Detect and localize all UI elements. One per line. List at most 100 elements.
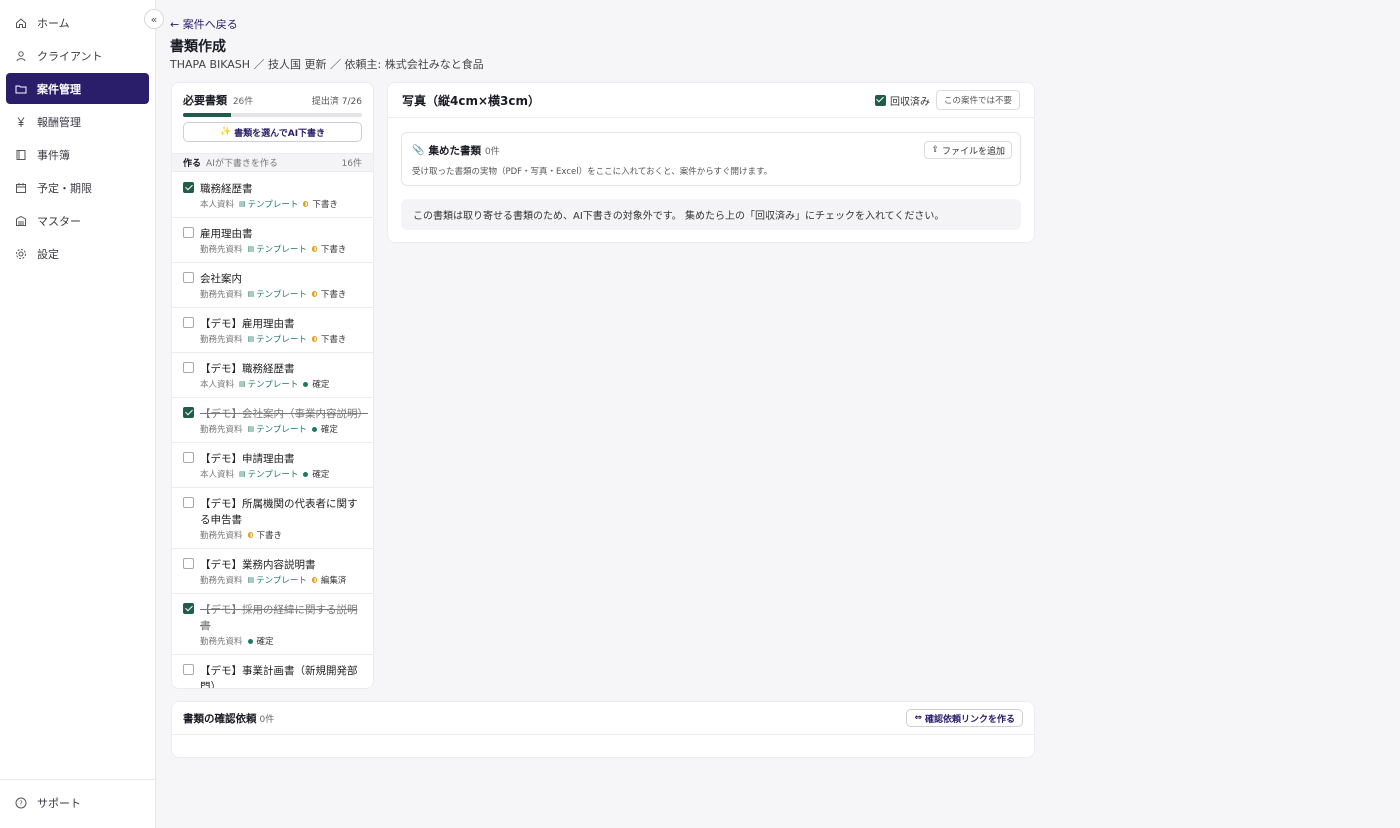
sidebar-item-folder[interactable]: 案件管理 — [6, 73, 149, 104]
book-icon — [14, 148, 28, 162]
back-to-case-link[interactable]: ← 案件へ戻る — [170, 16, 238, 32]
collapse-sidebar-button[interactable]: « — [144, 9, 164, 29]
checkbox-checked[interactable] — [183, 407, 194, 418]
template-icon: ▤ — [247, 425, 255, 433]
checkbox[interactable] — [183, 272, 194, 283]
document-title: 写真（縦4cm×横3cm） — [402, 93, 540, 108]
confirmation-request-panel: 書類の確認依頼 0件 ⇔ 確認依頼リンクを作る — [171, 701, 1035, 758]
ai-draft-button-label: 書類を選んでAI下書き — [234, 128, 326, 139]
gathered-description: 受け取った書類の実物（PDF・写真・Excel）をここに入れておくと、案件からす… — [412, 167, 773, 177]
document-detail-panel: 写真（縦4cm×横3cm） 回収済み この案件では不要 📎 集めた書類 0件 受… — [387, 82, 1035, 243]
document-meta: 勤務先資料 ▤ テンプレート 下書き — [200, 288, 365, 300]
status-badge: 編集済 — [311, 574, 346, 586]
document-list-item[interactable]: 【デモ】雇用理由書 勤務先資料 ▤ テンプレート 下書き — [172, 308, 373, 353]
document-list-item[interactable]: 会社案内 勤務先資料 ▤ テンプレート 下書き — [172, 263, 373, 308]
status-badge: 確定 — [303, 468, 329, 480]
checkbox-checked[interactable] — [183, 182, 194, 193]
status-badge: 下書き — [311, 288, 346, 300]
checkbox[interactable] — [183, 664, 194, 675]
status-badge: 確定 — [247, 635, 274, 647]
gathered-title: 集めた書類 — [428, 145, 481, 157]
not-needed-button[interactable]: この案件では不要 — [935, 90, 1020, 110]
checkbox-checked[interactable] — [183, 603, 194, 614]
section-label: 作る — [183, 159, 202, 169]
status-dot-final — [247, 638, 253, 644]
document-source: 本人資料 — [200, 470, 235, 480]
document-source: 勤務先資料 — [200, 576, 243, 586]
collected-checkbox[interactable]: 回収済み — [874, 93, 930, 108]
status-dot-draft — [311, 336, 317, 342]
sidebar-item-support[interactable]: ? サポート — [6, 787, 149, 818]
sidebar-item-label: 予定・期限 — [37, 181, 92, 195]
info-message: この書類は取り寄せる書類のため、AI下書きの対象外です。 集めたら上の「回収済み… — [401, 199, 1021, 230]
sparkle-icon: ✨ — [219, 127, 232, 137]
help-icon: ? — [14, 796, 28, 810]
template-icon: ▤ — [239, 380, 246, 388]
sidebar-item-yen[interactable]: 報酬管理 — [6, 106, 149, 137]
sidebar-item-book[interactable]: 事件簿 — [6, 139, 149, 170]
sidebar-item-label: 案件管理 — [37, 82, 81, 96]
checkbox[interactable] — [183, 227, 194, 238]
sidebar-item-gear[interactable]: 設定 — [6, 238, 149, 269]
confirmation-request-title: 書類の確認依頼 — [183, 712, 257, 725]
checkbox[interactable] — [183, 452, 194, 463]
template-badge: ▤ テンプレート — [248, 288, 307, 300]
section-count: 16件 — [341, 159, 362, 169]
document-list-item[interactable]: 【デモ】事業計画書（新規開発部門） — [172, 655, 373, 688]
document-source: 勤務先資料 — [200, 335, 243, 345]
checkbox[interactable] — [183, 317, 194, 328]
sidebar-item-user[interactable]: クライアント — [6, 40, 149, 71]
template-label: テンプレート — [256, 576, 307, 586]
document-list-item[interactable]: 【デモ】所属機関の代表者に関する申告書勤務先資料 下書き — [172, 488, 373, 549]
document-list-item[interactable]: 雇用理由書勤務先資料 ▤ テンプレート 下書き — [172, 218, 373, 263]
template-label: テンプレート — [256, 335, 307, 345]
checkbox[interactable] — [183, 362, 194, 373]
collected-label: 回収済み — [889, 96, 930, 108]
document-list-item[interactable]: 【デモ】職務経歴書 本人資料 ▤ テンプレート 確定 — [172, 353, 373, 398]
document-meta: 勤務先資料 ▤ テンプレート 下書き — [200, 243, 365, 255]
status-label: 確定 — [312, 380, 330, 390]
checkbox[interactable] — [183, 497, 194, 508]
template-label: テンプレート — [247, 470, 299, 480]
document-meta: 本人資料 ▤ テンプレート 確定 — [200, 378, 365, 390]
sidebar-item-label: 設定 — [37, 247, 59, 261]
required-documents-title: 必要書類 — [183, 94, 227, 107]
document-list-item[interactable]: 【デモ】申請理由書 本人資料 ▤ テンプレート 確定 — [172, 443, 373, 488]
gathered-documents-box: 📎 集めた書類 0件 受け取った書類の実物（PDF・写真・Excel）をここに入… — [401, 132, 1021, 186]
add-file-label: ファイルを追加 — [941, 146, 1005, 157]
sidebar-nav: ホームクライアント案件管理報酬管理事件簿予定・期限マスター設定 — [6, 7, 149, 271]
status-label: 下書き — [312, 200, 338, 210]
status-badge: 下書き — [311, 243, 346, 255]
building-icon — [14, 214, 28, 228]
sidebar: ホームクライアント案件管理報酬管理事件簿予定・期限マスター設定 ? サポート — [0, 0, 156, 828]
template-icon: ▤ — [247, 245, 255, 253]
sidebar-item-label: 事件簿 — [37, 148, 70, 162]
sidebar-item-home[interactable]: ホーム — [6, 7, 149, 38]
document-list-item[interactable]: 【デモ】会社案内（事業内容説明） 勤務先資料 ▤ テンプレート 確定 — [172, 398, 373, 443]
sidebar-item-building[interactable]: マスター — [6, 205, 149, 236]
ai-draft-button[interactable]: ✨ 書類を選んでAI下書き — [183, 122, 362, 142]
sidebar-item-label: ホーム — [37, 16, 70, 30]
document-list-item[interactable]: 【デモ】業務内容説明書 勤務先資料 ▤ テンプレート 編集済 — [172, 549, 373, 594]
status-label: 下書き — [320, 335, 347, 345]
document-meta: 本人資料 ▤ テンプレート 確定 — [200, 468, 365, 480]
document-name: 雇用理由書 — [200, 228, 253, 240]
add-file-button[interactable]: ⇪ ファイルを追加 — [924, 141, 1012, 159]
create-confirmation-link-label: 確認依頼リンクを作る — [924, 714, 1015, 725]
document-source: 本人資料 — [200, 380, 235, 390]
document-meta: 勤務先資料 下書き — [200, 529, 365, 541]
document-list-item[interactable]: 職務経歴書 本人資料 ▤ テンプレート 下書き — [172, 173, 373, 218]
document-source: 勤務先資料 — [200, 531, 243, 541]
create-confirmation-link-button[interactable]: ⇔ 確認依頼リンクを作る — [906, 709, 1023, 727]
document-name: 【デモ】所属機関の代表者に関する申告書 — [200, 498, 358, 526]
status-dot-draft — [311, 577, 317, 583]
document-list-item[interactable]: 【デモ】採用の経緯に関する説明書 勤務先資料 確定 — [172, 594, 373, 655]
checkbox[interactable] — [183, 558, 194, 569]
status-dot-final — [303, 381, 309, 387]
chevrons-left-icon: « — [150, 12, 158, 26]
upload-icon: ⇪ — [931, 145, 939, 155]
template-label: テンプレート — [247, 380, 299, 390]
template-badge: ▤ テンプレート — [248, 423, 307, 435]
gathered-count: 0件 — [484, 147, 500, 157]
sidebar-item-calendar[interactable]: 予定・期限 — [6, 172, 149, 203]
